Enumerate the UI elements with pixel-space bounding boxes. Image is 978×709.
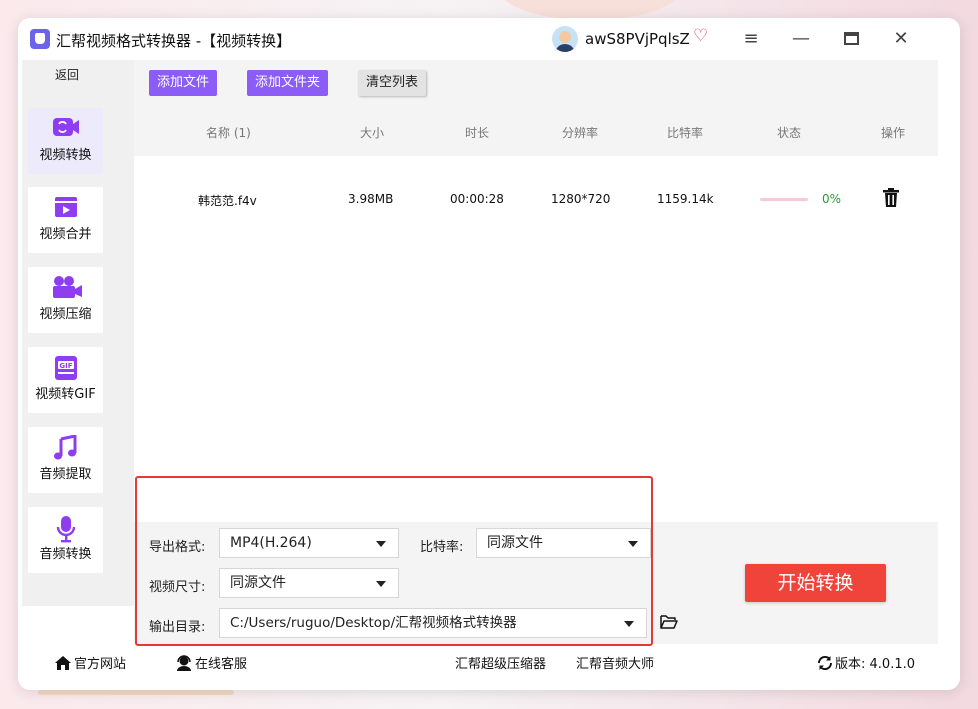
size-select[interactable]: 同源文件	[219, 568, 399, 598]
app-title: 汇帮视频格式转换器 -【视频转换】	[56, 32, 292, 50]
online-support-link[interactable]: 在线客服	[175, 653, 247, 675]
file-resolution: 1280*720	[551, 192, 611, 206]
user-avatar[interactable]	[552, 26, 578, 52]
file-bitrate: 1159.14k	[657, 192, 714, 206]
file-size: 3.98MB	[348, 192, 394, 206]
video-merge-icon	[51, 195, 81, 221]
microphone-icon	[51, 515, 81, 543]
column-header-bitrate: 比特率	[667, 126, 704, 140]
background-bar	[38, 690, 234, 695]
minimize-icon[interactable]: —	[788, 26, 814, 52]
headset-icon	[175, 655, 193, 675]
file-name: 韩范范.f4v	[198, 194, 257, 208]
output-dir-label: 输出目录:	[149, 620, 206, 635]
sidebar-item-label: 视频转GIF	[35, 387, 96, 402]
progress-bar	[760, 198, 808, 201]
sidebar-item-video-gif[interactable]: GIF 视频转GIF	[28, 347, 103, 413]
chevron-down-icon	[376, 581, 386, 587]
bitrate-value: 同源文件	[487, 535, 543, 551]
table-header: 名称 (1) 大小 时长 分辨率 比特率 状态 操作	[134, 108, 938, 156]
output-dir-value: C:/Users/ruguo/Desktop/汇帮视频格式转换器	[230, 615, 517, 631]
menu-icon[interactable]: ≡	[738, 26, 764, 52]
close-icon[interactable]: ✕	[888, 26, 914, 52]
start-convert-button[interactable]: 开始转换	[745, 564, 886, 602]
column-header-name: 名称 (1)	[206, 126, 251, 140]
refresh-icon[interactable]	[817, 655, 833, 675]
bitrate-label: 比特率:	[420, 540, 464, 555]
maximize-icon[interactable]	[838, 26, 864, 52]
back-button[interactable]: 返回	[22, 66, 112, 83]
status-bar: 官方网站 在线客服 汇帮超级压缩器 汇帮音频大师 版本: 4.0.1.0	[38, 646, 940, 676]
sidebar-item-audio-convert[interactable]: 音频转换	[28, 507, 103, 573]
app-logo-icon	[30, 29, 50, 49]
home-icon	[54, 655, 72, 675]
sidebar-item-video-compress[interactable]: 视频压缩	[28, 267, 103, 333]
sidebar-item-video-merge[interactable]: 视频合并	[28, 187, 103, 253]
format-label: 导出格式:	[149, 540, 206, 555]
column-header-duration: 时长	[465, 126, 490, 140]
version-label: 版本:	[835, 657, 866, 672]
size-value: 同源文件	[230, 575, 286, 591]
progress-percent: 0%	[822, 192, 842, 206]
version-number: 4.0.1.0	[869, 657, 916, 672]
sidebar-item-label: 视频合并	[39, 227, 92, 242]
format-select[interactable]: MP4(H.264)	[219, 528, 399, 558]
vip-heart-icon[interactable]: ♡	[693, 26, 708, 46]
trash-icon[interactable]	[882, 188, 900, 208]
gif-icon: GIF	[51, 355, 81, 381]
sidebar: 返回 视频转换 视频合并 视频压缩 GIF 视频转GIF 音频提取 音频转换	[22, 60, 134, 606]
title-bar: 汇帮视频格式转换器 -【视频转换】 awS8PVjPqlsZ ♡ ≡ — ✕	[22, 22, 920, 56]
background-decoration	[500, 0, 680, 20]
format-value: MP4(H.264)	[230, 535, 312, 551]
video-convert-icon	[51, 116, 81, 142]
sidebar-item-label: 视频压缩	[39, 307, 92, 322]
chevron-down-icon	[376, 541, 386, 547]
add-folder-button[interactable]: 添加文件夹	[247, 70, 329, 96]
column-header-actions: 操作	[881, 126, 906, 140]
video-compress-icon	[51, 275, 82, 301]
column-header-status: 状态	[777, 126, 802, 140]
official-website-label: 官方网站	[74, 657, 127, 672]
clear-list-button[interactable]: 清空列表	[358, 70, 427, 96]
column-header-resolution: 分辨率	[562, 126, 599, 140]
sidebar-item-label: 音频提取	[39, 467, 92, 482]
size-label: 视频尺寸:	[149, 580, 206, 595]
sidebar-item-video-convert[interactable]: 视频转换	[28, 108, 103, 174]
column-header-size: 大小	[360, 126, 385, 140]
compressor-link[interactable]: 汇帮超级压缩器	[455, 653, 546, 672]
sidebar-item-label: 音频转换	[39, 547, 92, 562]
toolbar: 添加文件 添加文件夹 清空列表	[134, 60, 938, 108]
audio-master-link[interactable]: 汇帮音频大师	[576, 653, 654, 672]
chevron-down-icon	[624, 621, 634, 627]
file-duration: 00:00:28	[450, 192, 504, 206]
official-website-link[interactable]: 官方网站	[54, 653, 126, 675]
bitrate-select[interactable]: 同源文件	[476, 528, 651, 558]
file-table: 名称 (1) 大小 时长 分辨率 比特率 状态 操作 韩范范.f4v 3.98M…	[134, 108, 938, 522]
chevron-down-icon	[628, 541, 638, 547]
username[interactable]: awS8PVjPqlsZ	[585, 30, 690, 48]
add-file-button[interactable]: 添加文件	[149, 70, 218, 96]
online-support-label: 在线客服	[195, 657, 248, 672]
folder-icon[interactable]	[660, 614, 678, 629]
music-note-icon	[51, 434, 81, 461]
version-info: 版本: 4.0.1.0	[817, 653, 915, 675]
output-dir-select[interactable]: C:/Users/ruguo/Desktop/汇帮视频格式转换器	[219, 608, 647, 638]
svg-text:GIF: GIF	[59, 362, 72, 370]
sidebar-item-label: 视频转换	[39, 148, 92, 163]
sidebar-item-audio-extract[interactable]: 音频提取	[28, 427, 103, 493]
